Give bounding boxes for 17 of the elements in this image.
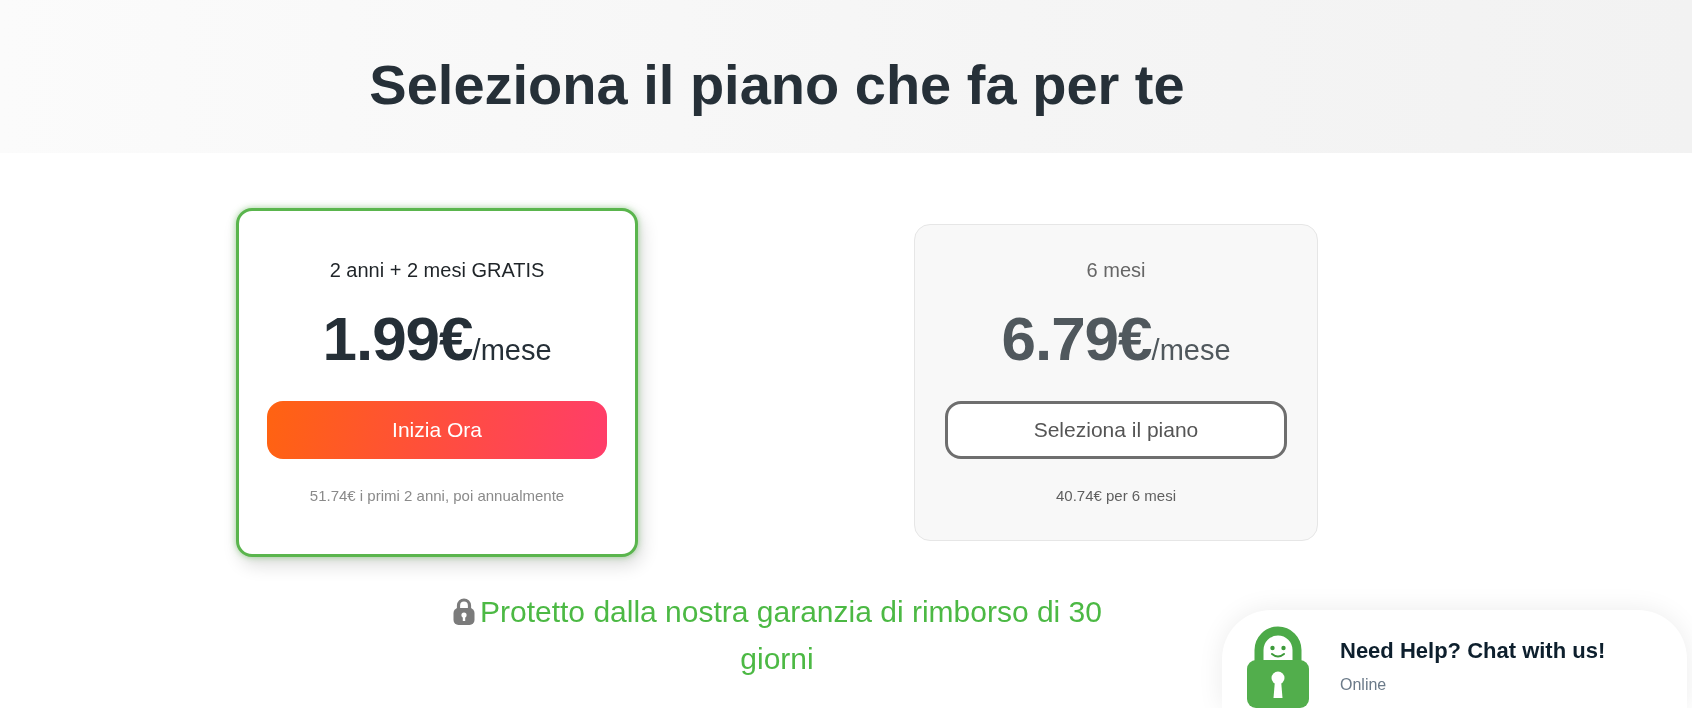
billing-note: 51.74€ i primi 2 anni, poi annualmente bbox=[309, 486, 565, 506]
plan-card[interactable]: 2 anni + 2 mesi GRATIS 1.99€/mese Inizia Ora 51.74€ i primi 2 anni, poi annualmente bbox=[236, 208, 638, 557]
billing-note: 40.74€ per 6 mesi bbox=[1055, 486, 1177, 506]
price-period: /mese bbox=[1151, 334, 1231, 368]
price-amount: 6.79€ bbox=[1001, 304, 1152, 374]
chat-widget[interactable]: Need Help? Chat with us! Online bbox=[1222, 610, 1687, 708]
price-period: /mese bbox=[472, 334, 552, 368]
page-title: Seleziona il piano che fa per te bbox=[369, 51, 1185, 118]
padlock-icon bbox=[452, 597, 476, 625]
plan-term: 6 mesi bbox=[1086, 258, 1146, 283]
plan-term: 2 anni + 2 mesi GRATIS bbox=[329, 258, 545, 283]
plan-card[interactable]: 6 mesi 6.79€/mese Seleziona il piano 40.74€ per 6 mesi bbox=[914, 224, 1318, 541]
chat-status: Online bbox=[1340, 675, 1388, 695]
chat-title: Need Help? Chat with us! bbox=[1340, 637, 1606, 665]
select-plan-button[interactable]: Seleziona il piano bbox=[945, 401, 1287, 459]
price-amount: 1.99€ bbox=[322, 304, 473, 374]
guarantee-text: Protetto dalla nostra garanzia di rimborso di 30 giorni bbox=[432, 588, 1122, 682]
